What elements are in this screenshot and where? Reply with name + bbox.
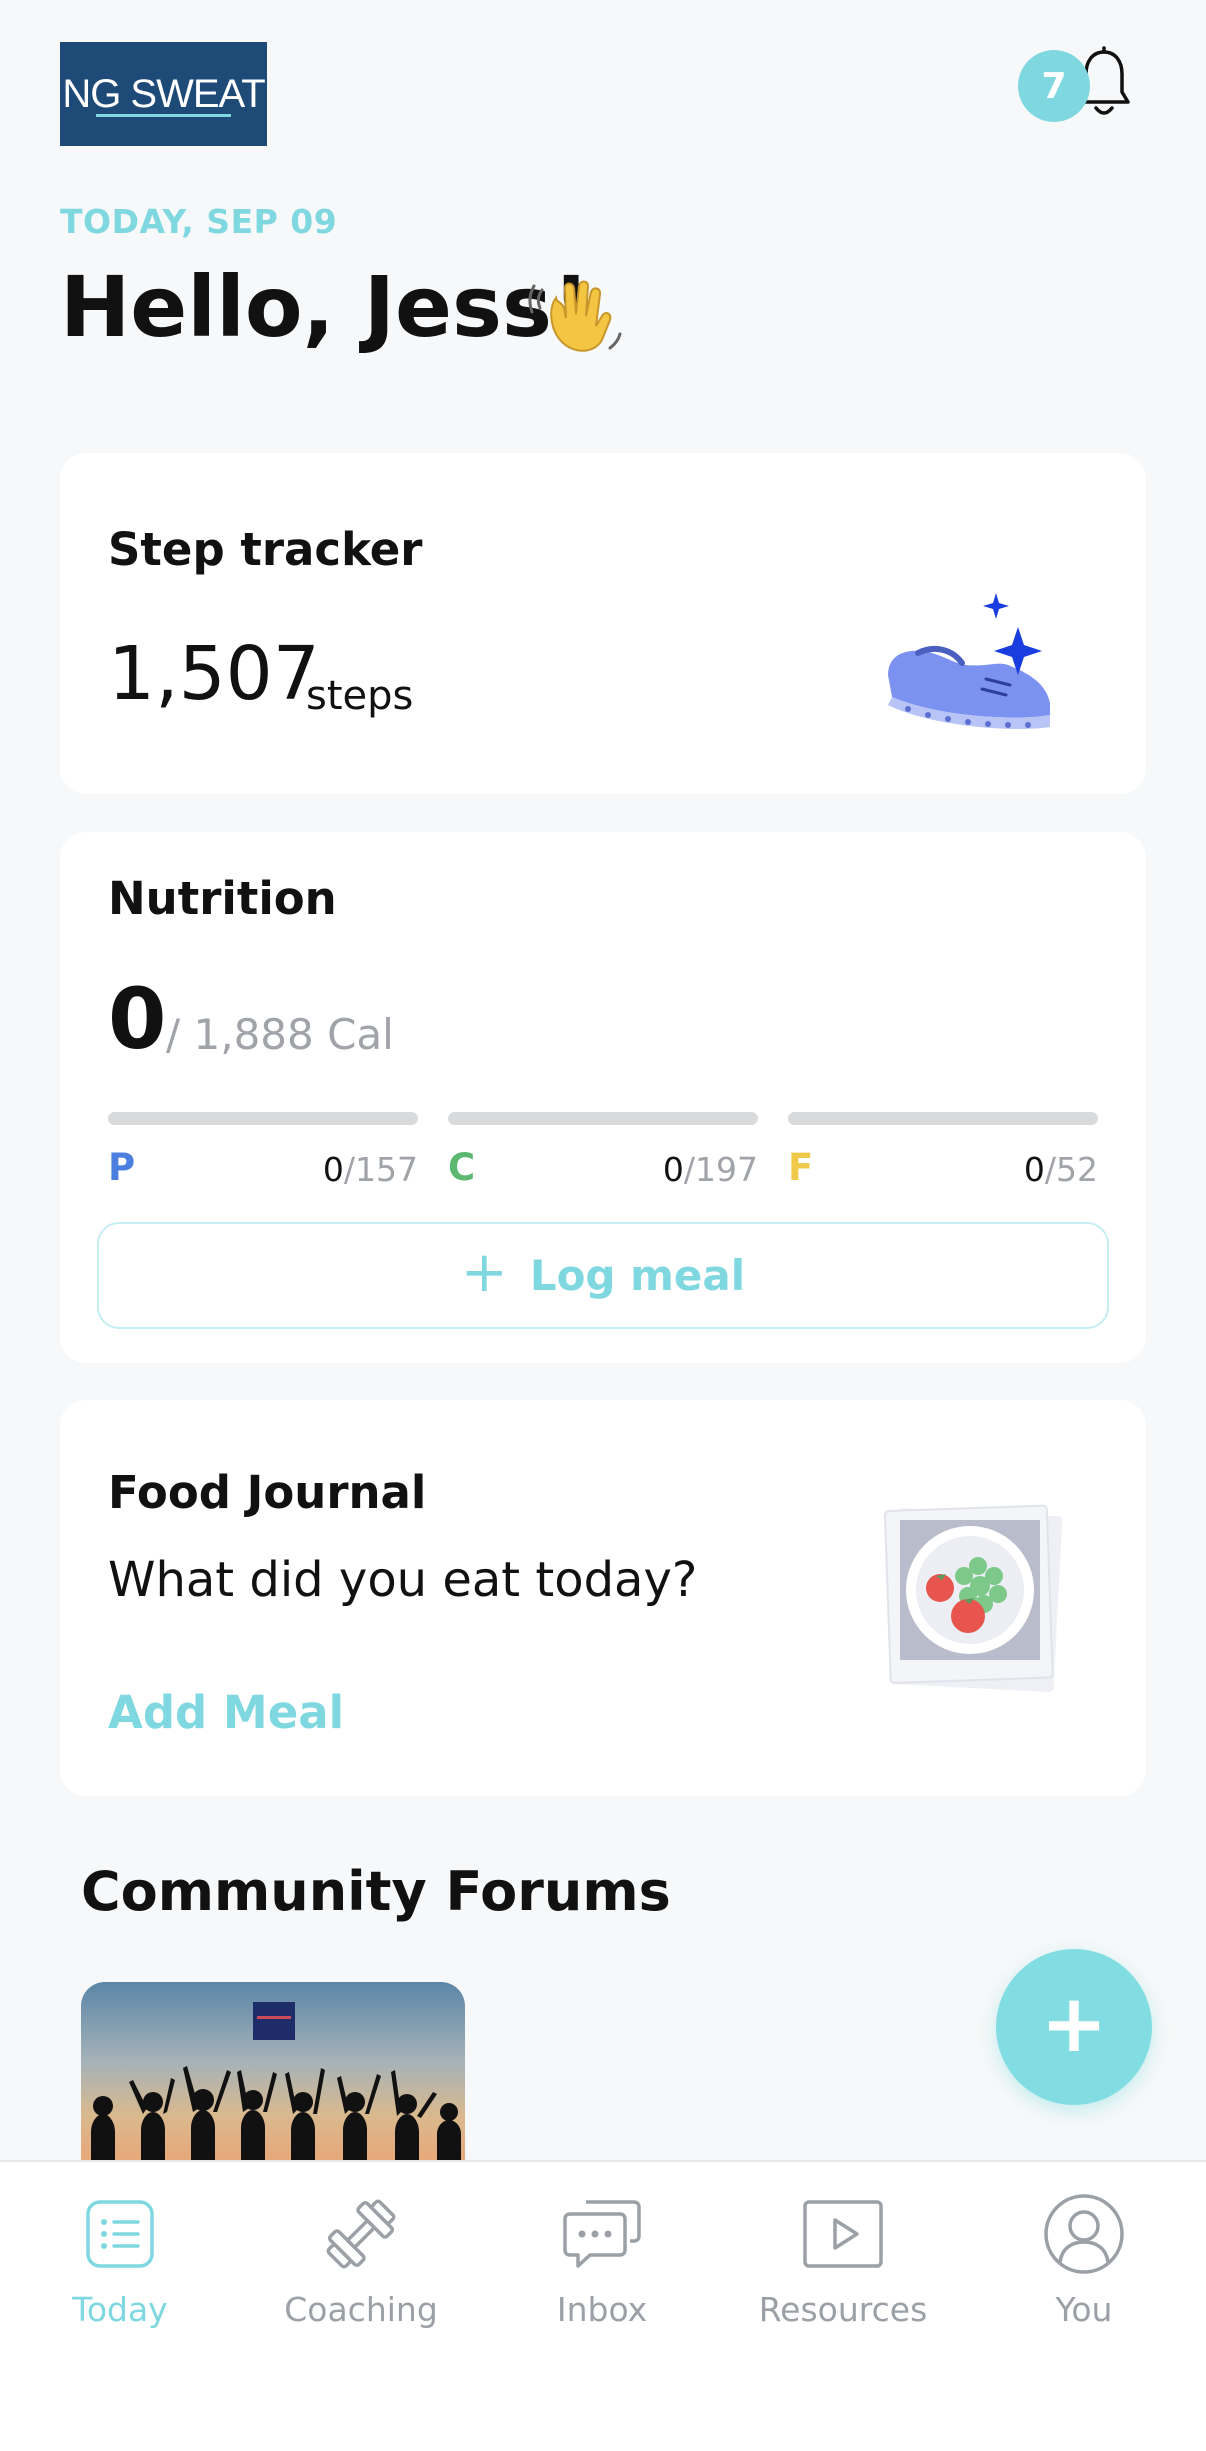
tab-you[interactable]: You (974, 2192, 1194, 2352)
tab-today[interactable]: Today (10, 2192, 230, 2352)
fat-value: 0/52 (1023, 1150, 1098, 1189)
step-unit: steps (306, 673, 414, 719)
logo-text: NG SWEAT (62, 71, 265, 116)
food-journal-question: What did you eat today? (108, 1552, 698, 1608)
carbs-progress-bar (448, 1112, 758, 1125)
step-count: 1,507 (108, 631, 320, 717)
calorie-goal: / 1,888 Cal (166, 1010, 394, 1059)
tab-coaching[interactable]: Coaching (251, 2192, 471, 2352)
logo-underline (96, 114, 231, 117)
community-forums-title: Community Forums (81, 1860, 671, 1923)
log-meal-label: Log meal (529, 1251, 746, 1300)
step-tracker-card[interactable]: Step tracker 1,507 steps (60, 453, 1146, 794)
plus-icon: + (460, 1240, 508, 1305)
protein-value: 0/157 (322, 1150, 418, 1189)
ng-sweat-logo: NG SWEAT (60, 42, 267, 146)
tab-resources[interactable]: Resources (733, 2192, 953, 2352)
plus-icon: + (1040, 1976, 1108, 2070)
nutrition-title: Nutrition (108, 872, 337, 925)
log-meal-button[interactable]: + Log meal (97, 1222, 1109, 1329)
carbs-label: C (448, 1146, 476, 1189)
tab-label: You (1055, 2290, 1113, 2329)
greeting: Hello, Jess! (60, 258, 591, 356)
current-date: TODAY, SEP 09 (60, 202, 338, 241)
add-fab-button[interactable]: + (996, 1949, 1152, 2105)
food-journal-title: Food Journal (108, 1466, 427, 1519)
waving-hand-icon (528, 280, 622, 352)
user-icon (1044, 2194, 1124, 2274)
list-icon (86, 2200, 154, 2268)
tab-label: Today (72, 2290, 168, 2329)
protein-progress-bar (108, 1112, 418, 1125)
nutrition-card[interactable]: Nutrition 0 / 1,888 Cal P 0/157 C 0/197 … (60, 832, 1146, 1363)
add-meal-link[interactable]: Add Meal (108, 1686, 344, 1739)
step-tracker-title: Step tracker (108, 523, 423, 576)
chat-icon (563, 2200, 641, 2268)
dumbbell-icon (326, 2199, 396, 2269)
notifications-button[interactable]: 7 (1018, 46, 1133, 126)
tab-inbox[interactable]: Inbox (492, 2192, 712, 2352)
tab-label: Inbox (556, 2290, 648, 2329)
fat-progress-bar (788, 1112, 1098, 1125)
fat-label: F (788, 1146, 814, 1189)
forum-post-image[interactable] (81, 1982, 465, 2160)
food-journal-card[interactable]: Food Journal What did you eat today? Add… (60, 1400, 1146, 1796)
tab-label: Coaching (284, 2290, 438, 2329)
sneaker-icon (888, 593, 1050, 729)
carbs-value: 0/197 (662, 1150, 758, 1189)
meal-photo-icon (883, 1504, 1063, 1693)
notification-badge: 7 (1018, 50, 1090, 122)
play-icon (803, 2200, 883, 2268)
bottom-tab-bar: Today Coaching Inbox Resources You (0, 2160, 1206, 2451)
protein-label: P (108, 1146, 136, 1189)
celebrating-crowd-illustration (91, 2002, 461, 2160)
calories-consumed: 0 (108, 970, 167, 1068)
tab-label: Resources (758, 2290, 928, 2329)
